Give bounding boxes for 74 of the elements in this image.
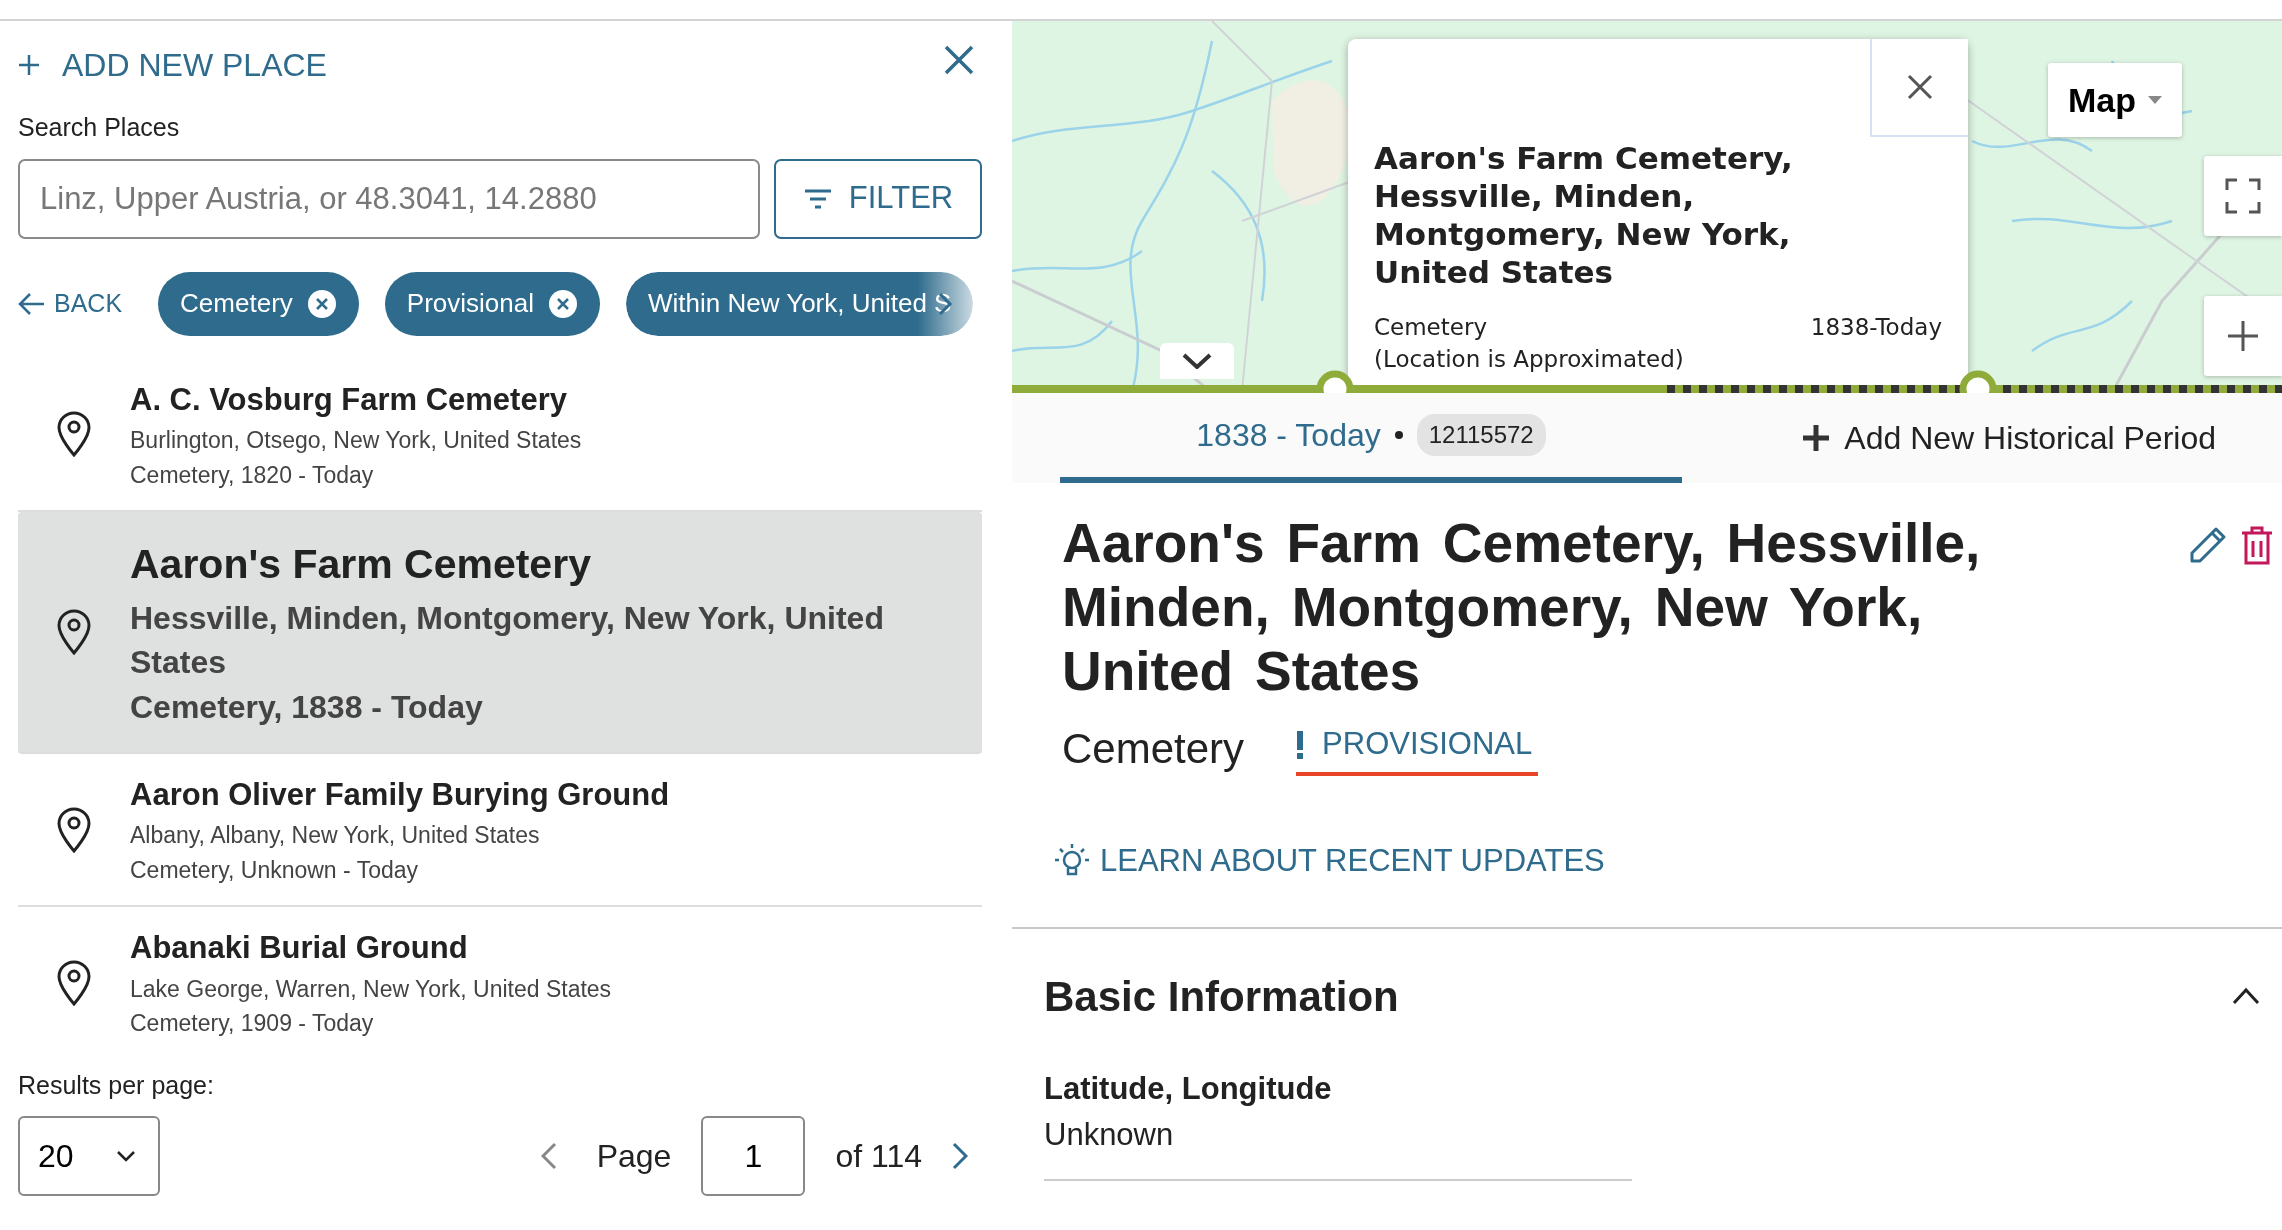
results-per-page-label: Results per page:	[18, 1069, 215, 1101]
result-place: Albany, Albany, New York, United States	[130, 821, 541, 851]
add-place-button[interactable]: ADD NEW PLACE	[18, 41, 327, 89]
previous-page-button[interactable]	[540, 1142, 557, 1171]
page-total: of 114	[835, 1137, 922, 1177]
plus-icon	[1802, 424, 1831, 452]
filter-icon	[802, 187, 833, 210]
pencil-icon	[2188, 525, 2228, 565]
result-place: Hessville, Minden, Montgomery, New York, United States	[130, 598, 885, 683]
popup-period: 1838-Today	[1810, 313, 1942, 342]
result-detail: Cemetery, Unknown - Today	[130, 855, 420, 885]
popup-type: Cemetery	[1374, 313, 1488, 342]
exclamation-icon	[1296, 730, 1305, 759]
status-link[interactable]: PROVISIONAL	[1296, 721, 1539, 776]
chevron-left-icon	[540, 1142, 557, 1171]
chevron-right-icon	[937, 290, 954, 317]
section-heading: Basic Information	[1044, 971, 1399, 1022]
result-name: Aaron's Farm Cemetery	[130, 540, 592, 589]
close-icon	[944, 45, 974, 75]
map-type-dropdown[interactable]: Map	[2048, 63, 2182, 137]
per-page-select[interactable]: 20	[18, 1116, 160, 1197]
result-detail: Cemetery, 1820 - Today	[130, 460, 375, 490]
plus-icon	[2226, 319, 2260, 353]
learn-updates-link[interactable]: LEARN ABOUT RECENT UPDATES	[1054, 838, 1605, 885]
result-item[interactable]: Abanaki Burial Ground Lake George, Warren, New York, United States Cemetery, 1909 - Today	[18, 907, 982, 1059]
fullscreen-button[interactable]	[2204, 156, 2282, 236]
page-number-field[interactable]: 1	[701, 1116, 806, 1197]
edit-button[interactable]	[2188, 525, 2228, 565]
remove-icon	[306, 288, 337, 319]
result-detail: Cemetery, 1909 - Today	[130, 1009, 375, 1039]
result-name: Abanaki Burial Ground	[130, 929, 469, 968]
result-place: Burlington, Otsego, New York, United States	[130, 426, 582, 455]
plus-icon	[18, 54, 40, 76]
section-toggle[interactable]	[2232, 987, 2260, 1005]
collapse-button[interactable]	[1160, 343, 1234, 379]
result-item[interactable]: Aaron's Farm Cemetery Hessville, Minden, Montgomery, New York, United States Cemetery, 1838 - Today	[18, 512, 982, 754]
search-field[interactable]: Linz, Upper Austria, or 48.3041, 14.2880	[18, 158, 760, 239]
filter-button[interactable]: FILTER	[774, 158, 982, 239]
caret-down-icon	[2148, 96, 2162, 104]
filter-chip[interactable]: Provisional	[384, 271, 600, 336]
field-value: Unknown	[1044, 1116, 1175, 1154]
place-title: Aaron's Farm Cemetery, Hessville, Minden, Montgomery, New York, United States	[1062, 511, 1982, 703]
back-link[interactable]: BACK	[18, 284, 123, 323]
chevron-up-icon	[2232, 987, 2260, 1005]
add-period-button[interactable]: Add New Historical Period	[1796, 393, 2222, 483]
place-type: Cemetery	[1062, 724, 1245, 774]
delete-button[interactable]	[2240, 525, 2274, 565]
map-pin-icon	[56, 960, 92, 1007]
result-name: Aaron Oliver Family Burying Ground	[130, 775, 670, 814]
remove-icon	[547, 288, 578, 319]
chevron-right-icon	[952, 1142, 968, 1171]
close-icon	[1907, 74, 1933, 100]
result-place: Lake George, Warren, New York, United States	[130, 974, 612, 1004]
chevron-down-icon	[1182, 353, 1212, 369]
result-detail: Cemetery, 1838 - Today	[130, 688, 484, 728]
arrow-left-icon	[18, 291, 46, 316]
close-button[interactable]	[944, 45, 974, 75]
field-label: Latitude, Longitude	[1044, 1069, 1333, 1108]
fullscreen-icon	[2225, 178, 2261, 214]
next-page-button[interactable]	[952, 1142, 968, 1171]
popup-title: Aaron's Farm Cemetery, Hessville, Minden, Montgomery, New York, United States	[1374, 139, 1794, 291]
popup-close-button[interactable]	[1870, 39, 1968, 137]
search-label: Search Places	[18, 112, 181, 143]
page-label: Page	[596, 1137, 672, 1177]
chevron-down-icon	[116, 1150, 136, 1163]
map-pin-icon	[56, 608, 92, 655]
popup-note: (Location is Approximated)	[1374, 345, 1684, 374]
map-pin-icon	[56, 411, 92, 458]
filter-chip[interactable]: Cemetery	[158, 271, 359, 336]
result-name: A. C. Vosburg Farm Cemetery	[130, 380, 568, 419]
trash-icon	[2240, 525, 2274, 565]
period-tab[interactable]: 1838 - Today 12115572	[1060, 393, 1682, 483]
result-item[interactable]: Aaron Oliver Family Burying Ground Albany, Albany, New York, United States Cemetery, Unknown - Today	[18, 753, 982, 908]
map-pin-icon	[56, 806, 92, 853]
